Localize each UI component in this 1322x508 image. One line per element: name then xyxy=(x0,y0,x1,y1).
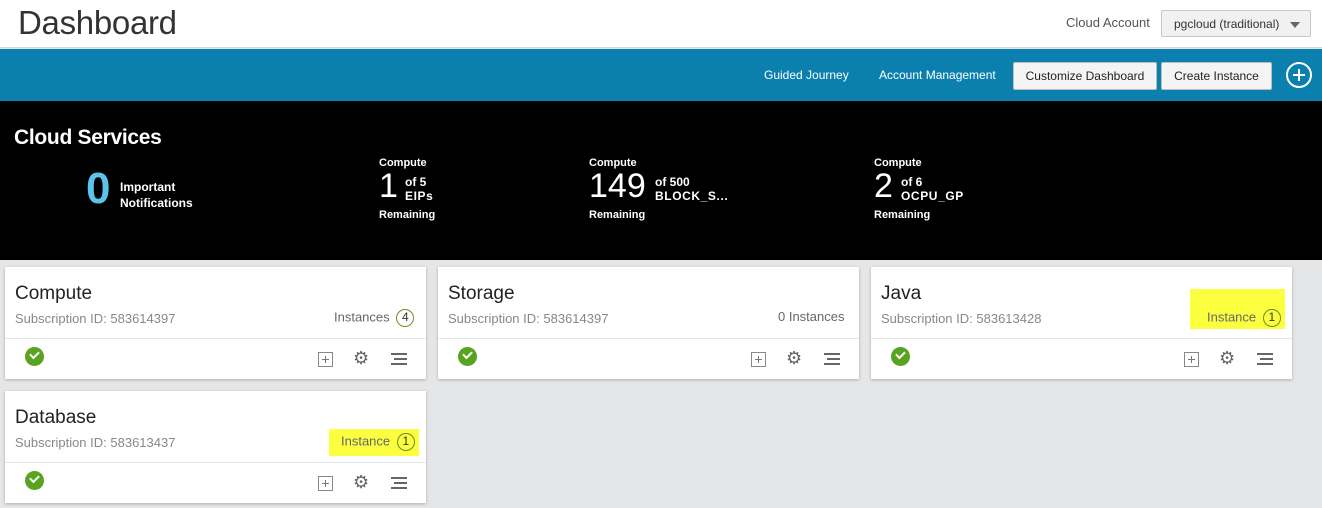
instances-link[interactable]: Instances 4 xyxy=(334,309,415,327)
instances-label: 0 Instances xyxy=(778,309,845,324)
metric-resource: BLOCK_S... xyxy=(655,189,729,203)
card-divider xyxy=(5,338,426,339)
notifications-label-line1: Important xyxy=(120,180,176,194)
page-title: Dashboard xyxy=(18,4,177,41)
card-divider xyxy=(5,462,426,463)
card-divider xyxy=(871,338,1292,339)
add-icon[interactable] xyxy=(751,352,766,367)
cloud-services-banner: Cloud Services 0 Important Notifications… xyxy=(0,101,1322,260)
menu-icon[interactable] xyxy=(1257,353,1273,365)
cloud-account-label: Cloud Account xyxy=(1066,15,1150,30)
metric-value: 149 xyxy=(589,167,646,205)
menu-icon[interactable] xyxy=(391,477,407,489)
banner-title: Cloud Services xyxy=(14,126,162,149)
service-card-storage: Storage Subscription ID: 583614397 0 Ins… xyxy=(438,267,859,379)
metric-of-total: of 5 xyxy=(405,175,427,189)
card-title[interactable]: Java xyxy=(881,283,921,305)
metric-remaining: Remaining xyxy=(589,209,646,221)
metric-resource: EIPs xyxy=(405,189,434,203)
card-title[interactable]: Storage xyxy=(448,283,515,305)
metric-eips[interactable]: Compute 1 of 5 EIPs Remaining xyxy=(379,157,435,221)
top-header: Dashboard Cloud Account pgcloud (traditi… xyxy=(0,0,1322,48)
service-card-compute: Compute Subscription ID: 583614397 Insta… xyxy=(5,267,426,379)
customize-dashboard-button[interactable]: Customize Dashboard xyxy=(1013,62,1157,90)
instances-link[interactable]: Instance 1 xyxy=(1190,289,1285,329)
metric-value: 1 xyxy=(379,167,398,205)
instances-label: Instances xyxy=(334,309,390,325)
gear-icon[interactable]: ⚙ xyxy=(353,473,369,491)
metric-value: 2 xyxy=(874,167,893,205)
add-icon[interactable] xyxy=(318,352,333,367)
nav-bar: Guided Journey Account Management Custom… xyxy=(0,49,1322,101)
menu-icon[interactable] xyxy=(391,353,407,365)
gear-icon[interactable]: ⚙ xyxy=(786,349,802,367)
metric-of-total: of 500 xyxy=(655,175,690,189)
instances-label: Instance xyxy=(1207,309,1257,325)
subscription-id: Subscription ID: 583613437 xyxy=(15,435,176,450)
service-card-database: Database Subscription ID: 583613437 Inst… xyxy=(5,391,426,503)
status-ok-icon xyxy=(25,471,44,490)
subscription-id: Subscription ID: 583614397 xyxy=(448,311,609,326)
instances-link[interactable]: 0 Instances xyxy=(778,309,845,324)
card-divider xyxy=(438,338,859,339)
instances-count: 4 xyxy=(396,309,415,327)
metric-remaining: Remaining xyxy=(874,209,931,221)
subscription-id: Subscription ID: 583613428 xyxy=(881,311,1042,326)
subscription-id: Subscription ID: 583614397 xyxy=(15,311,176,326)
service-card-java: Java Subscription ID: 583613428 Instance… xyxy=(871,267,1292,379)
chevron-down-icon xyxy=(1290,22,1300,28)
create-instance-button[interactable]: Create Instance xyxy=(1161,62,1272,90)
metric-block-storage[interactable]: Compute 149 of 500 BLOCK_S... Remaining xyxy=(589,157,728,221)
add-icon[interactable] xyxy=(318,476,333,491)
gear-icon[interactable]: ⚙ xyxy=(1219,349,1235,367)
notifications-label[interactable]: Important Notifications xyxy=(120,179,193,211)
instances-count: 1 xyxy=(396,433,415,451)
cloud-account-select[interactable]: pgcloud (traditional) xyxy=(1161,10,1311,37)
status-ok-icon xyxy=(25,347,44,366)
instances-label: Instance xyxy=(341,433,391,449)
card-title[interactable]: Compute xyxy=(15,283,92,305)
guided-journey-link[interactable]: Guided Journey xyxy=(764,68,849,82)
status-ok-icon xyxy=(458,347,477,366)
menu-icon[interactable] xyxy=(824,353,840,365)
metric-of-total: of 6 xyxy=(901,175,923,189)
add-icon[interactable] xyxy=(1184,352,1199,367)
notifications-count[interactable]: 0 xyxy=(86,167,110,211)
add-circle-icon[interactable] xyxy=(1286,62,1312,88)
status-ok-icon xyxy=(891,347,910,366)
metric-remaining: Remaining xyxy=(379,209,436,221)
metric-ocpu[interactable]: Compute 2 of 6 OCPU_GP Remaining xyxy=(874,157,963,221)
instances-link[interactable]: Instance 1 xyxy=(329,429,419,456)
notifications-label-line2: Notifications xyxy=(120,196,193,210)
account-management-link[interactable]: Account Management xyxy=(879,68,996,82)
instances-count: 1 xyxy=(1262,309,1281,327)
gear-icon[interactable]: ⚙ xyxy=(353,349,369,367)
metric-resource: OCPU_GP xyxy=(901,189,964,203)
card-title[interactable]: Database xyxy=(15,407,96,429)
cloud-account-value: pgcloud (traditional) xyxy=(1174,17,1280,31)
